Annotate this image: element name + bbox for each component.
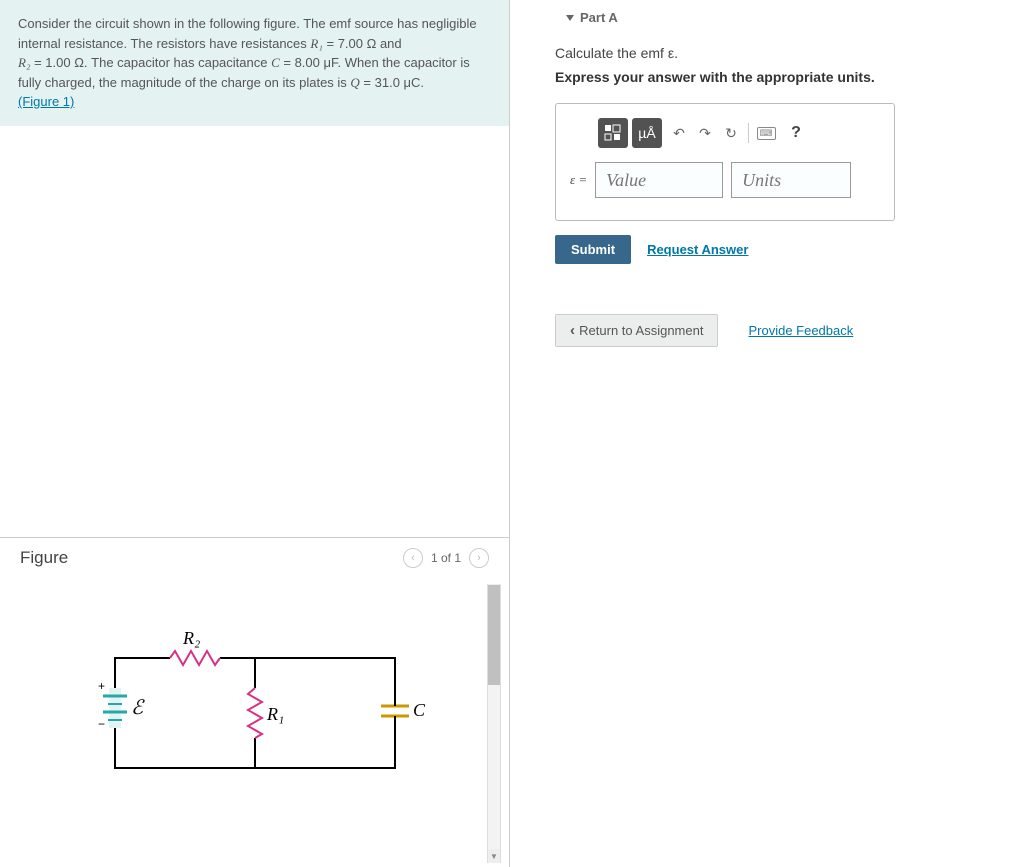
part-header: Part A: [555, 10, 992, 31]
answer-input-row: ε =: [570, 162, 880, 198]
svg-text:+: +: [98, 679, 105, 693]
special-chars-button[interactable]: µÅ: [632, 118, 662, 148]
scroll-down-icon[interactable]: ▼: [488, 849, 500, 863]
collapse-icon[interactable]: [566, 15, 574, 21]
right-column: Part A Calculate the emf ε. Express your…: [510, 0, 1022, 867]
answer-label: ε =: [570, 172, 587, 188]
label-R2: R₂: [182, 628, 200, 648]
figure-count: 1 of 1: [431, 551, 461, 565]
instruction-text: Express your answer with the appropriate…: [555, 69, 992, 85]
submit-row: Submit Request Answer: [555, 235, 992, 264]
figure-scrollbar[interactable]: ▲ ▼: [487, 584, 501, 863]
toolbar-separator: [748, 123, 749, 143]
question-text: Calculate the emf ε.: [555, 45, 992, 61]
equation-toolbar: µÅ ↶ ↷ ↻ ⌨ ?: [598, 118, 880, 148]
label-emf: ℰ: [131, 697, 145, 719]
units-input[interactable]: [731, 162, 851, 198]
label-C: C: [413, 700, 426, 720]
templates-button[interactable]: [598, 118, 628, 148]
var-R1: R₁: [310, 36, 322, 51]
left-column: Consider the circuit shown in the follow…: [0, 0, 510, 867]
help-button[interactable]: ?: [783, 118, 809, 148]
label-R1: R₁: [266, 704, 284, 724]
undo-button[interactable]: ↶: [666, 118, 692, 148]
reset-button[interactable]: ↻: [718, 118, 744, 148]
footer-row: Return to Assignment Provide Feedback: [555, 314, 992, 347]
submit-button[interactable]: Submit: [555, 235, 631, 264]
answer-panel: µÅ ↶ ↷ ↻ ⌨ ? ε =: [555, 103, 895, 221]
return-button[interactable]: Return to Assignment: [555, 314, 718, 347]
redo-button[interactable]: ↷: [692, 118, 718, 148]
scroll-thumb[interactable]: [488, 585, 500, 685]
keyboard-button[interactable]: ⌨: [753, 118, 779, 148]
figure-prev-button[interactable]: ‹: [403, 548, 423, 568]
feedback-link[interactable]: Provide Feedback: [748, 323, 853, 338]
var-R2: R₂: [18, 55, 30, 70]
svg-text:−: −: [98, 717, 105, 731]
figure-link[interactable]: (Figure 1): [18, 94, 74, 109]
var-C: C: [271, 55, 280, 70]
figure-panel: Figure ‹ 1 of 1 › + − ℰ: [0, 537, 509, 867]
circuit-diagram: + − ℰ R₂ R₁ C: [20, 578, 489, 838]
problem-text: Consider the circuit shown in the follow…: [18, 16, 477, 51]
figure-nav: ‹ 1 of 1 ›: [403, 548, 489, 568]
request-answer-link[interactable]: Request Answer: [647, 242, 748, 257]
figure-next-button[interactable]: ›: [469, 548, 489, 568]
figure-title: Figure: [20, 548, 68, 568]
problem-statement: Consider the circuit shown in the follow…: [0, 0, 509, 126]
figure-header: Figure ‹ 1 of 1 ›: [20, 548, 489, 568]
var-Q: Q: [350, 75, 359, 90]
value-input[interactable]: [595, 162, 723, 198]
